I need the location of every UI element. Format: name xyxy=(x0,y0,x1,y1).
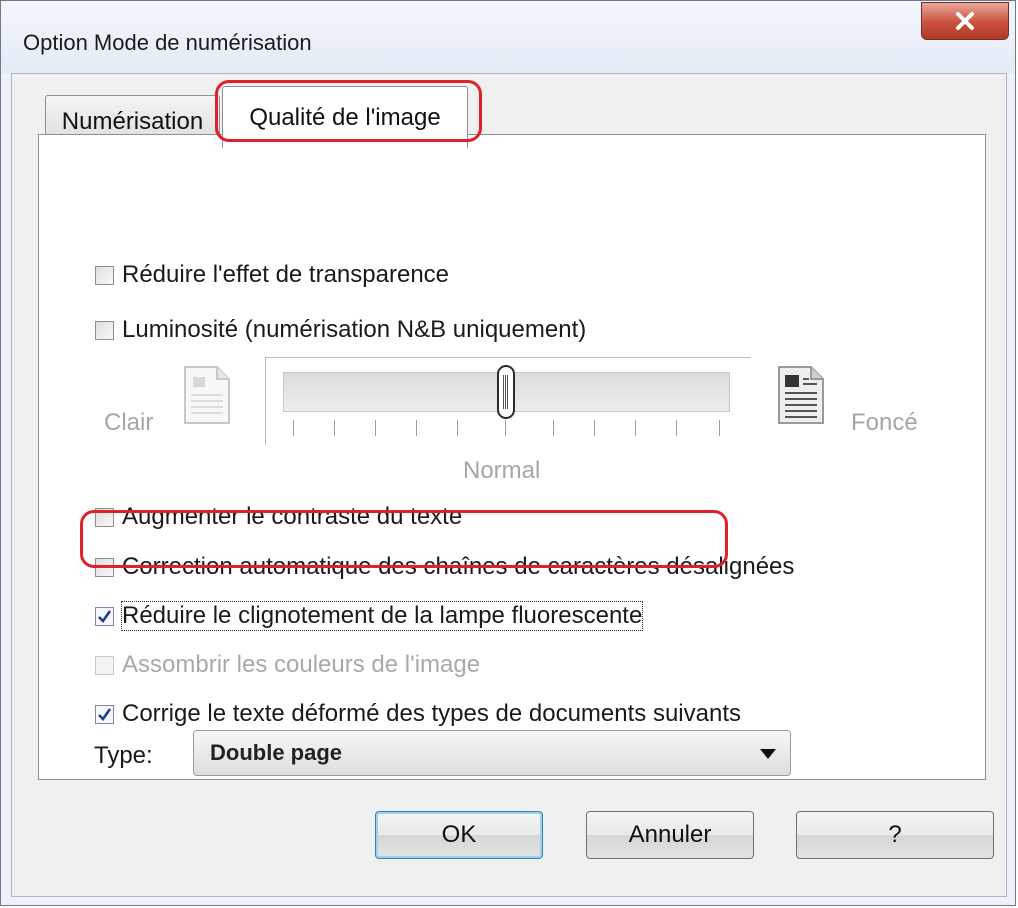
reduce-flicker-checkbox[interactable] xyxy=(95,606,114,626)
slider-tick xyxy=(719,420,720,436)
darken-colors-label: Assombrir les couleurs de l'image xyxy=(122,651,481,678)
help-button[interactable]: ? xyxy=(796,811,994,859)
dialog-client-area: Numérisation Qualité de l'image Réduire … xyxy=(11,73,1007,897)
slider-tick xyxy=(457,420,458,436)
correct-distorted-text-label: Corrige le texte déformé des types de do… xyxy=(122,700,741,727)
tab-numerisation-label: Numérisation xyxy=(61,107,204,135)
title-bar: Option Mode de numérisation xyxy=(1,1,1015,73)
slider-tick xyxy=(416,420,417,436)
slider-tick xyxy=(594,420,595,436)
option-correct-distorted-text[interactable]: Corrige le texte déformé des types de do… xyxy=(95,700,741,728)
slider-tick xyxy=(334,420,335,436)
slider-tick xyxy=(375,420,376,436)
checkmark-icon xyxy=(98,707,112,721)
type-select-value: Double page xyxy=(210,740,343,765)
dark-document-icon xyxy=(778,366,824,424)
dialog-window: Option Mode de numérisation Numérisation… xyxy=(0,0,1016,906)
tab-qualite-image-label: Qualité de l'image xyxy=(249,103,441,131)
option-auto-correct-skew[interactable]: Correction automatique des chaînes de ca… xyxy=(95,553,794,581)
reduce-transparency-label: Réduire l'effet de transparence xyxy=(122,261,450,288)
correct-distorted-text-checkbox[interactable] xyxy=(95,704,114,724)
brightness-label: Luminosité (numérisation N&B uniquement) xyxy=(122,316,587,343)
slider-dark-label: Foncé xyxy=(851,409,918,436)
option-darken-colors: Assombrir les couleurs de l'image xyxy=(95,651,480,679)
auto-correct-skew-label: Correction automatique des chaînes de ca… xyxy=(122,553,795,580)
close-button[interactable] xyxy=(921,2,1009,40)
auto-correct-skew-checkbox[interactable] xyxy=(95,557,114,577)
option-reduce-transparency[interactable]: Réduire l'effet de transparence xyxy=(95,261,449,289)
tab-panel: Réduire l'effet de transparence Luminosi… xyxy=(38,134,986,780)
option-increase-contrast[interactable]: Augmenter le contraste du texte xyxy=(95,503,462,531)
close-icon xyxy=(956,12,974,30)
type-select[interactable]: Double page xyxy=(193,730,791,776)
brightness-slider-thumb[interactable] xyxy=(497,365,515,419)
darken-colors-checkbox xyxy=(95,655,114,675)
reduce-flicker-label: Réduire le clignotement de la lampe fluo… xyxy=(120,601,644,631)
slider-light-label: Clair xyxy=(104,409,154,436)
option-reduce-flicker[interactable]: Réduire le clignotement de la lampe fluo… xyxy=(95,601,644,631)
option-brightness[interactable]: Luminosité (numérisation N&B uniquement) xyxy=(95,316,586,344)
reduce-transparency-checkbox[interactable] xyxy=(95,265,114,285)
increase-contrast-label: Augmenter le contraste du texte xyxy=(122,503,463,530)
slider-tick xyxy=(676,420,677,436)
slider-tick xyxy=(635,420,636,436)
ok-button[interactable]: OK xyxy=(375,811,543,859)
window-title: Option Mode de numérisation xyxy=(23,30,312,55)
slider-normal-label: Normal xyxy=(463,457,541,484)
tab-qualite-image[interactable]: Qualité de l'image xyxy=(222,86,468,148)
slider-tick xyxy=(293,420,294,436)
type-label: Type: xyxy=(94,742,153,769)
slider-tick xyxy=(505,420,506,436)
light-document-icon xyxy=(184,366,230,424)
slider-tick xyxy=(553,420,554,436)
dropdown-arrow-icon xyxy=(760,749,776,759)
cancel-button[interactable]: Annuler xyxy=(586,811,754,859)
checkmark-icon xyxy=(98,609,112,623)
increase-contrast-checkbox[interactable] xyxy=(95,507,114,527)
brightness-checkbox[interactable] xyxy=(95,320,114,340)
